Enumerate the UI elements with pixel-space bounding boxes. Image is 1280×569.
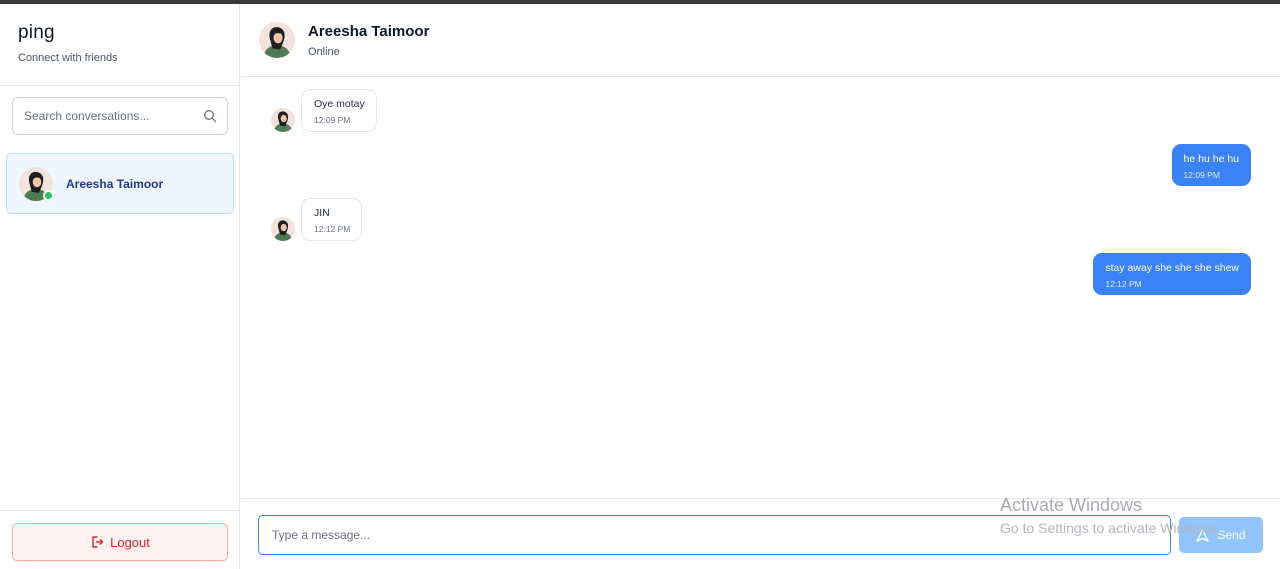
message-time: 12:09 PM xyxy=(1183,170,1220,180)
composer-divider xyxy=(241,498,1280,499)
app-tagline: Connect with friends xyxy=(18,52,118,64)
brand: ping Connect with friends xyxy=(18,22,118,64)
conversation-item[interactable]: Areesha Taimoor xyxy=(6,153,234,214)
message-bubble: stay away she she she shew 12:12 PM xyxy=(1093,253,1251,295)
message-row-incoming: Oye motay 12:09 PM xyxy=(271,89,377,132)
message-row-incoming: JIN 12:12 PM xyxy=(271,198,363,241)
conversation-name: Areesha Taimoor xyxy=(66,176,164,191)
contact-status: Online xyxy=(308,45,340,58)
message-time: 12:12 PM xyxy=(1105,279,1142,289)
avatar-illustration xyxy=(271,217,295,241)
chat-header: Areesha Taimoor Online xyxy=(241,4,1280,77)
message-list: Oye motay 12:09 PM he hu he hu 12:09 PM … xyxy=(241,77,1280,498)
app-title: ping xyxy=(18,22,55,43)
message-row-outgoing: he hu he hu 12:09 PM xyxy=(1171,144,1251,186)
message-bubble: he hu he hu 12:09 PM xyxy=(1171,144,1251,186)
contact-info: Areesha Taimoor Online xyxy=(308,23,429,58)
message-avatar xyxy=(271,217,295,241)
message-time: 12:09 PM xyxy=(314,115,351,125)
sidebar: ping Connect with friends Areesha Taimoo… xyxy=(0,4,240,569)
logout-icon xyxy=(90,535,104,549)
avatar xyxy=(19,166,54,201)
send-button[interactable]: Send xyxy=(1179,517,1263,553)
avatar-illustration xyxy=(271,108,295,132)
avatar-illustration xyxy=(259,22,295,58)
message-bubble: JIN 12:12 PM xyxy=(301,198,363,241)
contact-name: Areesha Taimoor xyxy=(308,22,430,40)
search-box[interactable] xyxy=(12,97,228,135)
sidebar-footer-divider xyxy=(0,510,239,511)
message-input[interactable] xyxy=(272,528,1170,542)
message-text: JIN xyxy=(314,207,330,219)
send-label: Send xyxy=(1217,528,1246,542)
message-bubble: Oye motay 12:09 PM xyxy=(301,89,377,132)
sidebar-divider xyxy=(0,85,239,86)
message-time: 12:12 PM xyxy=(314,224,351,234)
message-row-outgoing: stay away she she she shew 12:12 PM xyxy=(1093,253,1251,295)
send-icon xyxy=(1196,528,1210,542)
logout-button[interactable]: Logout xyxy=(12,523,228,561)
search-icon[interactable] xyxy=(203,109,217,123)
online-status-dot xyxy=(43,189,54,201)
message-input-box[interactable] xyxy=(258,515,1171,555)
search-input[interactable] xyxy=(24,109,203,123)
message-avatar xyxy=(271,108,295,132)
logout-label: Logout xyxy=(110,534,150,550)
message-text: stay away she she she shew xyxy=(1105,262,1239,274)
message-text: Oye motay xyxy=(314,98,365,110)
message-text: he hu he hu xyxy=(1183,153,1239,165)
contact-avatar xyxy=(259,22,295,58)
